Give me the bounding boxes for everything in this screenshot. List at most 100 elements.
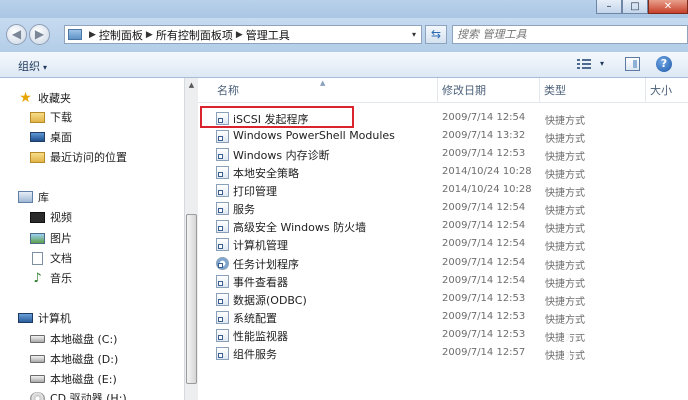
search-box[interactable] [452,25,688,44]
view-dropdown-icon[interactable]: ▾ [600,59,604,68]
window-controls: – □ ✕ [596,0,688,14]
shortcut-icon [216,220,229,233]
breadcrumb-admin-tools[interactable]: 管理工具 [246,27,290,43]
file-date: 2009/7/14 12:54 [442,238,526,249]
nav-item-desktop[interactable]: 桌面 [30,128,72,146]
file-name: 任务计划程序 [233,258,299,271]
nav-label: 文档 [50,252,72,265]
file-row-event-viewer[interactable]: 事件查看器 2009/7/14 12:54 快捷方式 [214,272,674,290]
site-watermark-logo [556,328,688,400]
minimize-button[interactable]: – [596,0,622,14]
preview-pane-button[interactable] [625,57,640,71]
scrollbar-thumb[interactable] [186,214,197,384]
nav-item-pictures[interactable]: 图片 [30,229,72,247]
file-row-task-scheduler[interactable]: 任务计划程序 2009/7/14 12:54 快捷方式 [214,254,674,272]
file-row-local-security-policy[interactable]: 本地安全策略 2014/10/24 10:28 快捷方式 [214,163,674,181]
file-row-memory-diagnostic[interactable]: Windows 内存诊断 2009/7/14 12:53 快捷方式 [214,145,674,163]
folder-icon [30,111,45,123]
clock-icon [216,257,229,270]
nav-item-libraries[interactable]: 库 [18,188,49,206]
file-type: 快捷方式 [545,315,585,326]
nav-scrollbar[interactable]: ▲ [184,78,198,400]
file-row-powershell[interactable]: Windows PowerShell Modules 2009/7/14 13:… [214,127,674,145]
column-header-name[interactable]: 名称 [213,78,438,103]
file-name: 组件服务 [233,348,277,361]
nav-item-favorites[interactable]: ★ 收藏夹 [18,89,71,107]
breadcrumb-separator-icon[interactable]: ▶ [89,30,96,40]
nav-label: 本地磁盘 (D:) [50,353,119,366]
file-row-print-management[interactable]: 打印管理 2014/10/24 10:28 快捷方式 [214,181,674,199]
forward-button[interactable]: ▶ [29,24,50,45]
file-name: Windows PowerShell Modules [233,129,395,142]
nav-item-disk-e[interactable]: 本地磁盘 (E:) [30,370,117,388]
nav-item-recent-places[interactable]: 最近访问的位置 [30,148,127,166]
desktop-icon [30,132,45,142]
column-header: ▲ 名称 修改日期 类型 大小 [198,78,688,103]
title-bar: – □ ✕ [0,0,688,18]
organize-button[interactable]: 组织 ▾ [18,58,47,74]
file-type: 快捷方式 [545,188,585,199]
nav-item-videos[interactable]: 视频 [30,208,72,226]
shortcut-icon [216,184,229,197]
control-panel-icon [68,29,82,40]
file-date: 2009/7/14 12:54 [442,257,526,268]
address-bar[interactable]: ▶ 控制面板 ▶ 所有控制面板项 ▶ 管理工具 ▾ [64,25,422,44]
shortcut-icon [216,275,229,288]
scroll-up-icon[interactable]: ▲ [185,78,198,92]
breadcrumb-separator-icon[interactable]: ▶ [146,30,153,40]
nav-label: 下载 [50,111,72,124]
nav-item-cd-drive[interactable]: CD 驱动器 (H:) [30,389,127,400]
file-name: 打印管理 [233,185,277,198]
file-date: 2009/7/14 12:54 [442,220,526,231]
music-icon: ♪ [33,270,42,286]
nav-label: 图片 [50,232,72,245]
star-icon: ★ [19,89,32,106]
file-row-services[interactable]: 服务 2009/7/14 12:54 快捷方式 [214,199,674,217]
file-row-odbc[interactable]: 数据源(ODBC) 2009/7/14 12:53 快捷方式 [214,290,674,308]
nav-item-disk-c[interactable]: 本地磁盘 (C:) [30,330,117,348]
computer-icon [18,313,33,323]
file-row-computer-management[interactable]: 计算机管理 2009/7/14 12:54 快捷方式 [214,235,674,253]
command-bar: 组织 ▾ ▾ ? [0,52,688,78]
search-input[interactable] [457,27,657,42]
column-header-date[interactable]: 修改日期 [438,78,540,103]
breadcrumb-separator-icon[interactable]: ▶ [236,30,243,40]
help-button[interactable]: ? [656,56,672,72]
breadcrumb-all-items[interactable]: 所有控制面板项 [156,27,233,43]
nav-item-music[interactable]: ♪ 音乐 [30,269,72,287]
disk-icon [30,335,45,343]
column-header-type[interactable]: 类型 [540,78,646,103]
nav-item-downloads[interactable]: 下载 [30,108,72,126]
view-options-icon[interactable] [577,58,591,70]
nav-item-disk-d[interactable]: 本地磁盘 (D:) [30,350,118,368]
nav-item-documents[interactable]: 文档 [30,249,72,267]
pictures-icon [30,232,45,244]
documents-icon [32,251,43,265]
file-row-system-configuration[interactable]: 系统配置 2009/7/14 12:53 快捷方式 [214,308,674,326]
file-name: 高级安全 Windows 防火墙 [233,221,367,234]
nav-item-computer[interactable]: 计算机 [18,309,71,327]
breadcrumb-control-panel[interactable]: 控制面板 [99,27,143,43]
file-date: 2009/7/14 12:53 [442,148,526,159]
file-name: 服务 [233,203,255,216]
file-type: 快捷方式 [545,279,585,290]
column-header-size[interactable]: 大小 [646,78,688,103]
disk-icon [30,375,45,383]
back-button[interactable]: ◀ [6,24,27,45]
maximize-button[interactable]: □ [622,0,648,14]
file-type: 快捷方式 [545,134,585,145]
arrow-left-icon: ◀ [11,27,22,41]
file-date: 2009/7/14 12:53 [442,293,526,304]
file-date: 2009/7/14 12:54 [442,112,526,123]
shortcut-icon [216,293,229,306]
refresh-button[interactable]: ⇆ [425,25,447,44]
file-row-firewall[interactable]: 高级安全 Windows 防火墙 2009/7/14 12:54 快捷方式 [214,217,674,235]
highlight-annotation [200,106,354,128]
nav-label: 本地磁盘 (C:) [50,333,118,346]
organize-label: 组织 [18,60,40,73]
address-dropdown-icon[interactable]: ▾ [407,30,421,39]
close-button[interactable]: ✕ [648,0,688,14]
address-row: ◀ ▶ ▶ 控制面板 ▶ 所有控制面板项 ▶ 管理工具 ▾ ⇆ [0,18,688,52]
nav-label: 视频 [50,211,72,224]
file-date: 2009/7/14 12:53 [442,311,526,322]
